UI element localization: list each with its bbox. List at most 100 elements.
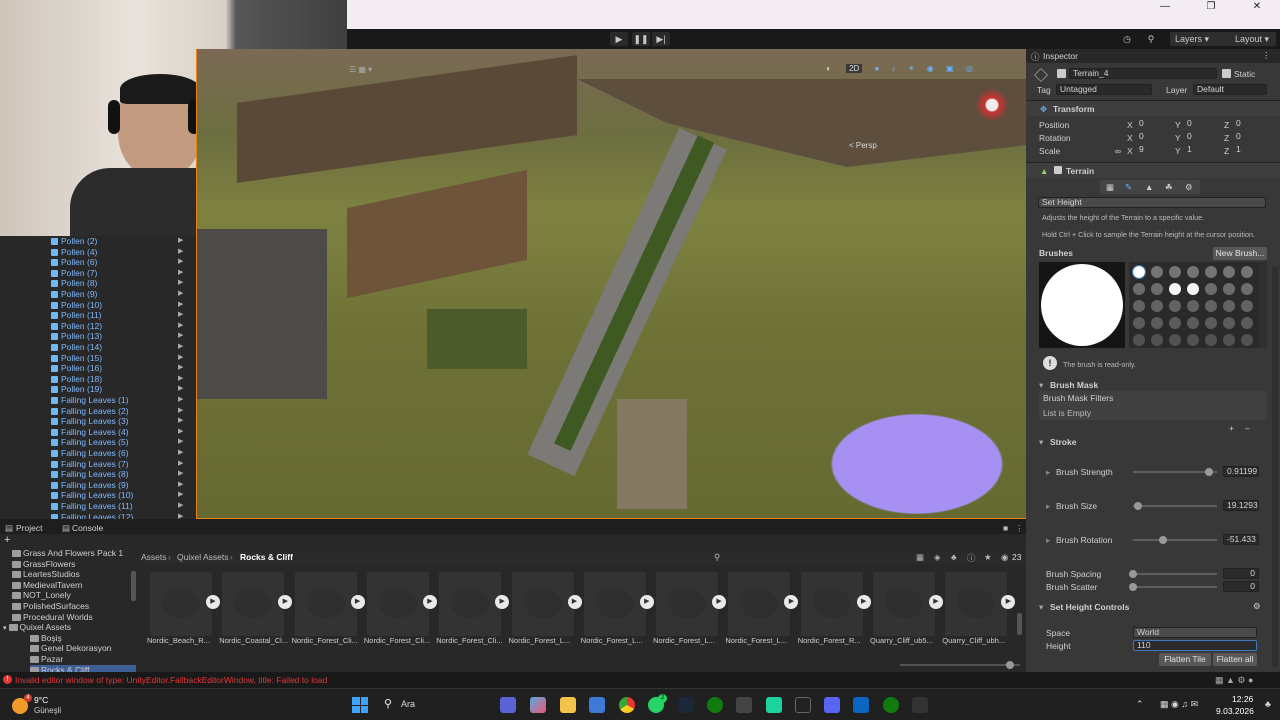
y-axis-label[interactable]: Y xyxy=(1175,120,1181,130)
hierarchy-item[interactable]: Pollen (12) ▶ xyxy=(0,321,196,332)
brush-option[interactable] xyxy=(1151,317,1163,329)
controls-arrow-icon[interactable]: ▾ xyxy=(1039,602,1043,613)
windows-start-icon[interactable] xyxy=(352,697,368,713)
brush-rotation-slider[interactable] xyxy=(1133,539,1217,541)
set-height-controls-title[interactable]: Set Height Controls xyxy=(1050,602,1129,612)
terrain-tool-bar[interactable]: ▦ ✎ ▲ ☘ ⚙ xyxy=(1100,180,1200,194)
breadcrumb-quixel[interactable]: Quixel Assets xyxy=(177,552,229,562)
shading-icon[interactable]: ◑ xyxy=(825,64,830,73)
asset-search-icon[interactable]: ⚲ xyxy=(714,552,720,563)
brush-option[interactable] xyxy=(1187,300,1199,312)
scene-viewport[interactable]: < Persp xyxy=(197,49,1026,518)
asset-thumbnail[interactable] xyxy=(222,572,285,636)
asset-thumbnail[interactable] xyxy=(945,572,1008,636)
brush-scatter-value[interactable]: 0 xyxy=(1223,581,1259,592)
chrome-icon[interactable] xyxy=(619,697,635,713)
brush-option[interactable] xyxy=(1241,300,1253,312)
store-icon[interactable] xyxy=(589,697,605,713)
asset-name[interactable]: Nordic_Forest_L... xyxy=(509,636,579,645)
notification-bell-icon[interactable]: ♣ xyxy=(1265,699,1271,709)
settings-icon[interactable]: ⚙ xyxy=(1185,182,1193,193)
active-checkbox[interactable] xyxy=(1057,69,1066,78)
asset-expand-icon[interactable]: ▶ xyxy=(639,595,654,609)
folder-item[interactable]: NOT_Lonely xyxy=(12,590,71,601)
brush-option[interactable] xyxy=(1205,334,1217,346)
add-filter-icon[interactable]: + xyxy=(1229,423,1234,433)
asset-thumbnail[interactable] xyxy=(511,572,574,636)
rotation-y-field[interactable]: 0 xyxy=(1184,132,1220,143)
unity-editor-icon[interactable] xyxy=(912,697,928,713)
effects-icon[interactable]: ✶ xyxy=(908,64,915,73)
terrain-enabled-checkbox[interactable] xyxy=(1054,166,1062,174)
asset-thumbnail[interactable] xyxy=(150,572,212,636)
scale-z-field[interactable]: 1 xyxy=(1233,145,1269,156)
layer-dropdown[interactable]: Default xyxy=(1193,84,1267,95)
folder-item[interactable]: Boşiş xyxy=(30,633,62,644)
clock-time[interactable]: 12:26 xyxy=(1232,694,1253,704)
hierarchy-item[interactable]: Falling Leaves (12) ▶ xyxy=(0,512,196,519)
expand-arrow-icon[interactable]: ▶ xyxy=(178,321,183,332)
project-tab[interactable]: Project xyxy=(16,522,42,534)
expand-arrow-icon[interactable]: ▶ xyxy=(178,395,183,406)
brush-option[interactable] xyxy=(1223,283,1235,295)
lighting-icon[interactable]: ● xyxy=(875,64,880,73)
visibility-icon[interactable]: ◉ xyxy=(927,64,934,73)
asset-expand-icon[interactable]: ▶ xyxy=(206,595,220,609)
brush-option[interactable] xyxy=(1241,266,1253,278)
hierarchy-item[interactable]: Pollen (4) ▶ xyxy=(0,247,196,258)
brush-option[interactable] xyxy=(1169,334,1181,346)
hierarchy-item[interactable]: Pollen (7) ▶ xyxy=(0,268,196,279)
info-icon[interactable]: ⓘ xyxy=(967,552,976,564)
tray-chevron-icon[interactable]: ⌃ xyxy=(1136,699,1144,710)
asset-expand-icon[interactable]: ▶ xyxy=(422,595,437,609)
brush-option[interactable] xyxy=(1187,334,1199,346)
stroke-arrow-icon[interactable]: ▾ xyxy=(1039,437,1043,448)
brush-size-value[interactable]: 19.1293 xyxy=(1223,500,1259,511)
expand-arrow-icon[interactable]: ▶ xyxy=(178,363,183,374)
brush-option[interactable] xyxy=(1132,265,1146,279)
expand-arrow-icon[interactable]: ▶ xyxy=(178,268,183,279)
space-dropdown[interactable]: World xyxy=(1133,627,1257,638)
expand-arrow-icon[interactable]: ▶ xyxy=(178,512,183,519)
transform-header[interactable]: ✥ Transform xyxy=(1026,100,1280,116)
expand-arrow-icon[interactable]: ▶ xyxy=(178,469,183,480)
asset-expand-icon[interactable]: ▶ xyxy=(350,595,365,609)
hierarchy-item[interactable]: Pollen (19) ▶ xyxy=(0,384,196,395)
copilot-app-icon[interactable] xyxy=(530,697,546,713)
weather-temp[interactable]: 9°C xyxy=(34,695,48,705)
brush-option[interactable] xyxy=(1205,266,1217,278)
asset-thumbnail[interactable] xyxy=(294,572,357,636)
hierarchy-item[interactable]: Pollen (15) ▶ xyxy=(0,353,196,364)
position-x-field[interactable]: 0 xyxy=(1136,119,1172,130)
folder-item[interactable]: Genel Dekorasyon xyxy=(30,643,111,654)
asset-thumbnail[interactable] xyxy=(366,572,429,636)
brush-option[interactable] xyxy=(1223,300,1235,312)
filter-type-icon[interactable]: ▦ xyxy=(916,552,924,563)
expand-arrow-icon[interactable]: ▶ xyxy=(178,310,183,321)
expand-arrow-icon[interactable]: ▶ xyxy=(178,406,183,417)
static-checkbox[interactable] xyxy=(1222,69,1231,78)
z-axis-label[interactable]: Z xyxy=(1224,146,1229,156)
rotation-x-field[interactable]: 0 xyxy=(1136,132,1172,143)
brush-option[interactable] xyxy=(1133,317,1145,329)
flatten-all-button[interactable]: Flatten all xyxy=(1213,653,1257,666)
search-icon[interactable]: ⚲ xyxy=(1144,32,1158,46)
brush-mask-arrow-icon[interactable]: ▾ xyxy=(1039,380,1043,391)
expand-arrow-icon[interactable]: ▸ xyxy=(1046,467,1050,478)
asset-name[interactable]: Nordic_Beach_R... xyxy=(147,636,217,645)
object-name-field[interactable]: Terrain_4 xyxy=(1069,68,1217,79)
asset-thumbnail[interactable] xyxy=(439,572,502,636)
brush-grid-scrollbar[interactable] xyxy=(1259,262,1267,348)
expand-arrow-icon[interactable]: ▶ xyxy=(178,427,183,438)
epic-games-icon[interactable] xyxy=(795,697,811,713)
folder-item[interactable]: GrassFlowers xyxy=(12,559,75,570)
brush-option[interactable] xyxy=(1223,334,1235,346)
play-button[interactable]: ▶ xyxy=(610,32,628,46)
link-scale-icon[interactable]: ∞ xyxy=(1115,146,1121,156)
folder-tree[interactable]: Grass And Flowers Pack 1 GrassFlowers Lear… xyxy=(0,548,136,672)
copilot-icon[interactable] xyxy=(500,697,516,713)
brush-strength-slider[interactable] xyxy=(1133,471,1217,473)
brush-size-slider-knob[interactable] xyxy=(1134,502,1143,510)
hierarchy-item[interactable]: Pollen (2) ▶ xyxy=(0,236,196,247)
tag-dropdown[interactable]: Untagged xyxy=(1056,84,1152,95)
